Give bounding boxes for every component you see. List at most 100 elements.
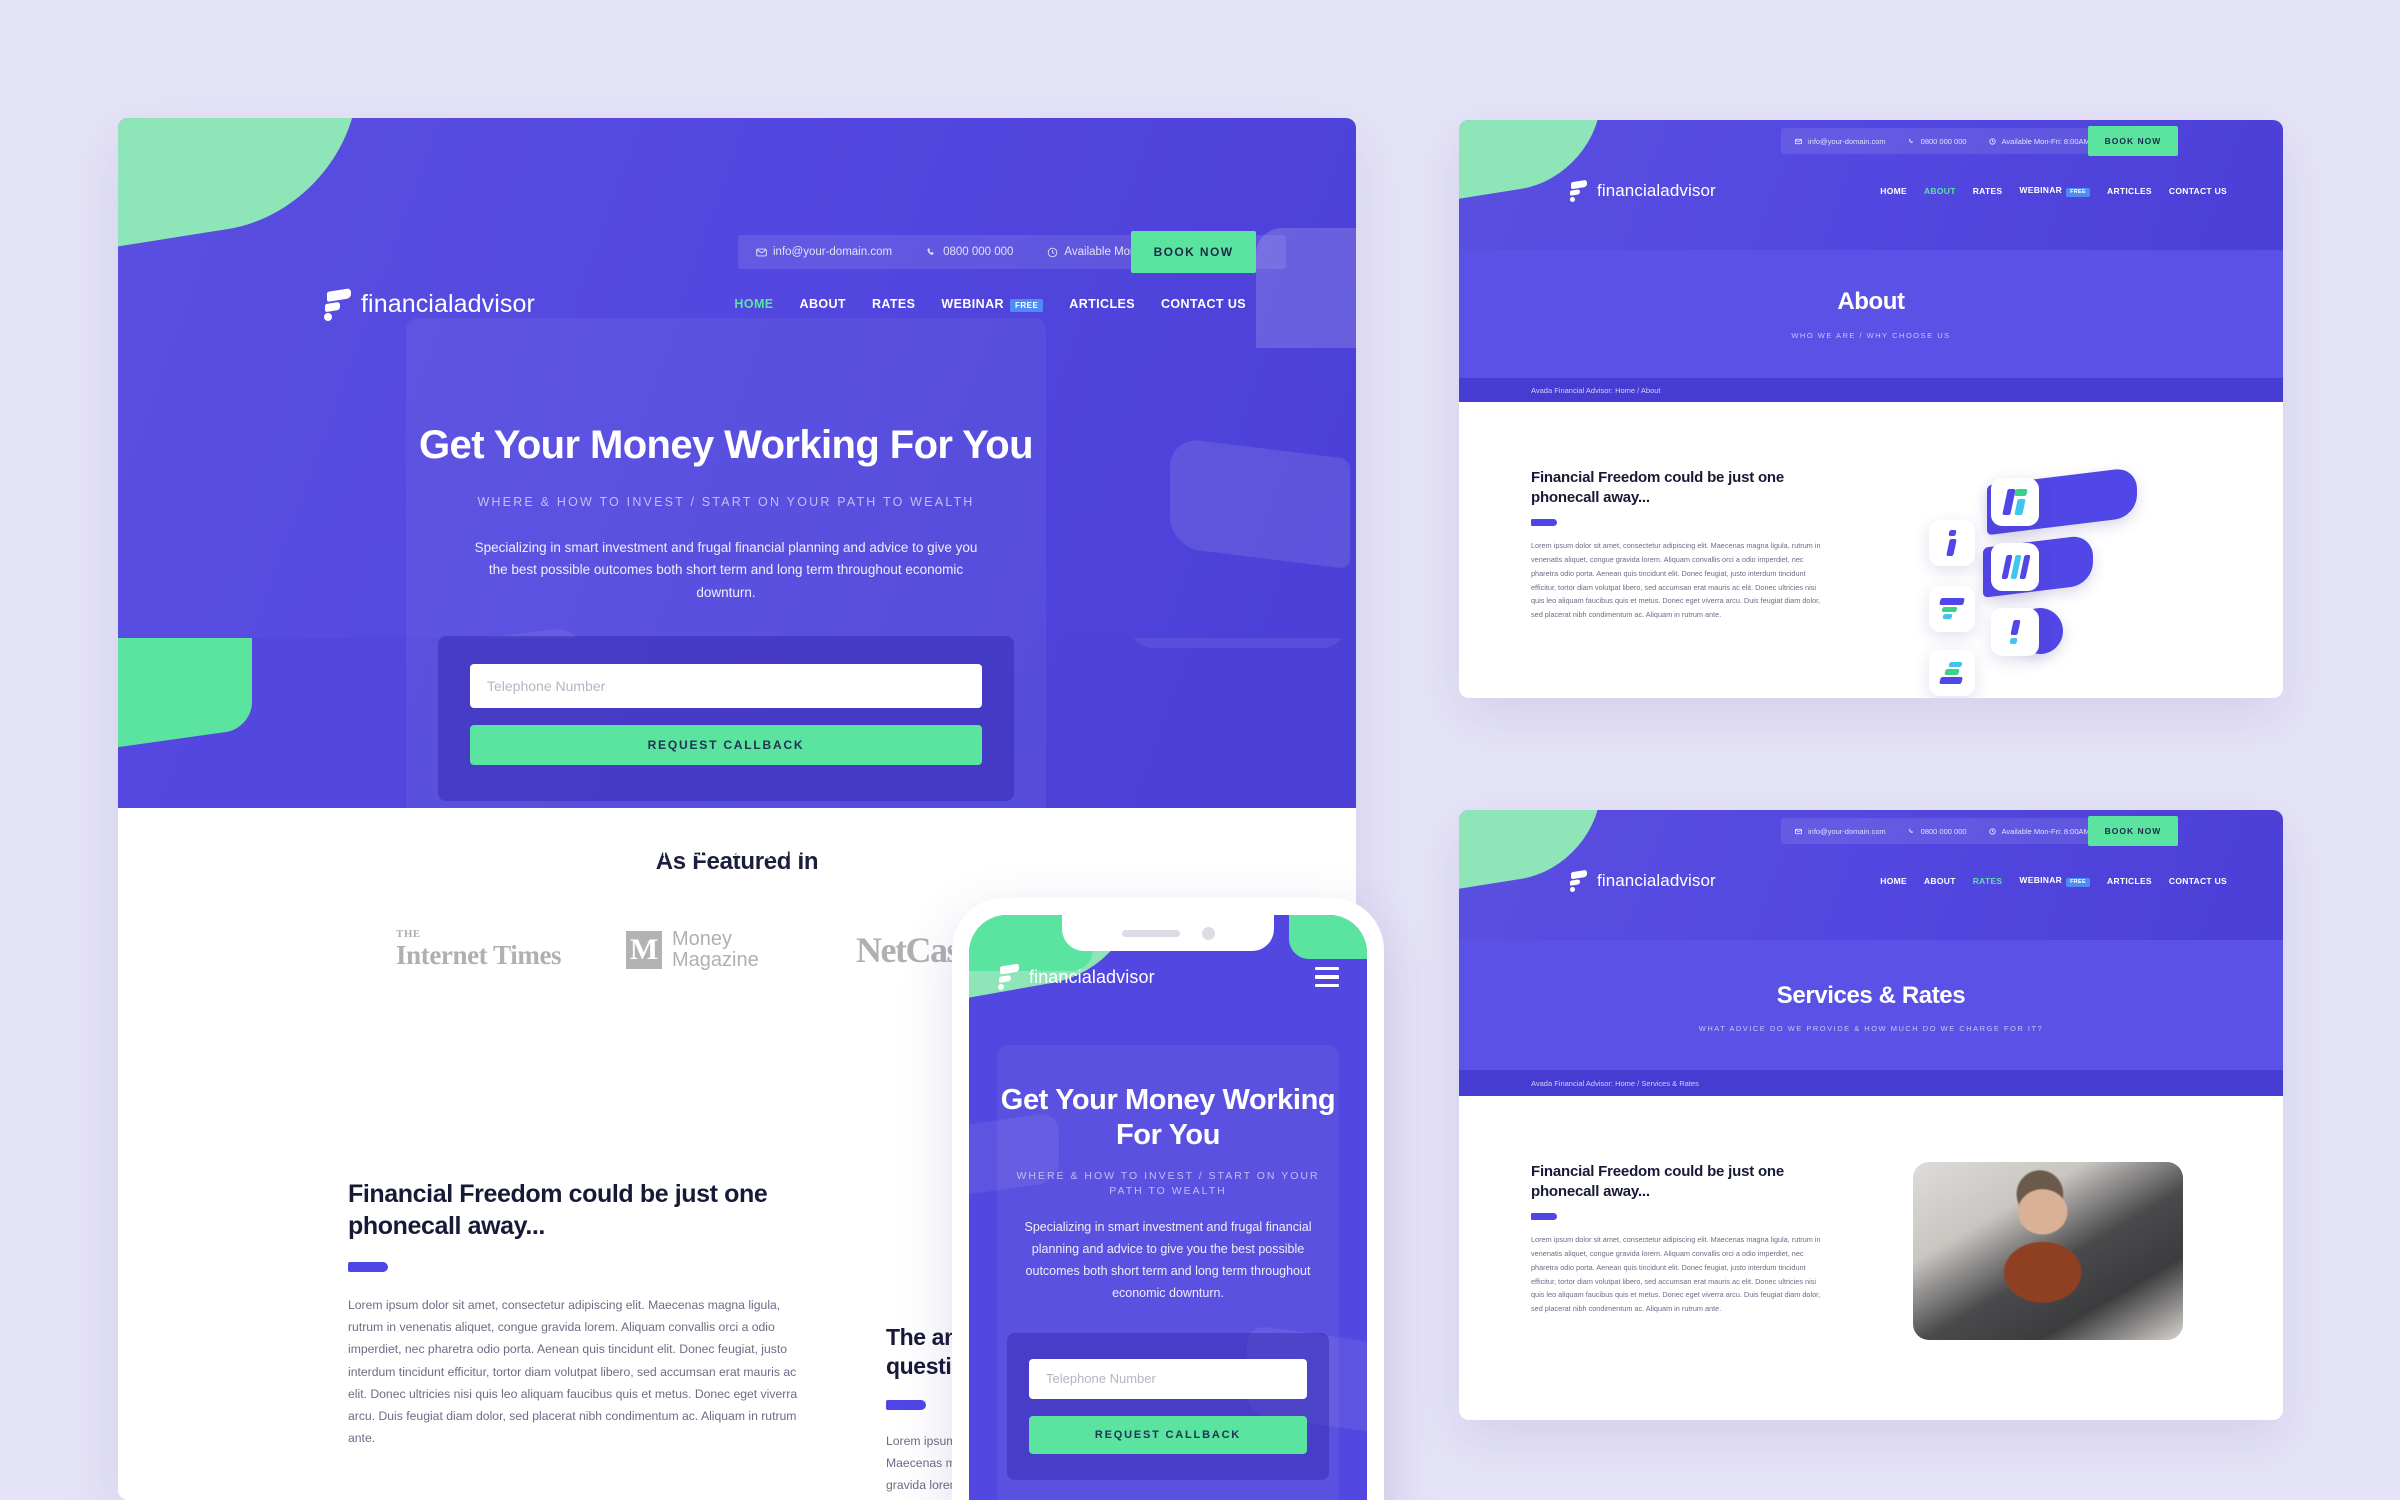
- illustration-card-arrow: [1991, 478, 2039, 526]
- financialadvisor-logo-icon: [1569, 179, 1587, 202]
- advisor-reading-documents-photo: [1913, 1162, 2183, 1340]
- money-magazine-name: Money Magazine: [672, 927, 759, 971]
- illustration-card-f: [1929, 586, 1975, 632]
- phone-request-callback-button[interactable]: REQUEST CALLBACK: [1029, 1415, 1307, 1454]
- mobile-phone-mockup: financialadvisor Get Your Money Working …: [952, 898, 1384, 1500]
- about-page-banner: About WHO WE ARE / WHY CHOOSE US: [1459, 250, 2283, 378]
- topbar-phone-text: 0800 000 000: [1920, 136, 1967, 146]
- financial-freedom-section: Financial Freedom could be just one phon…: [348, 1178, 818, 1449]
- topbar-email[interactable]: info@your-domain.com: [756, 246, 892, 258]
- nav-item-articles[interactable]: ARTICLES: [2107, 876, 2152, 886]
- book-now-button[interactable]: BOOK NOW: [2088, 816, 2178, 846]
- design-showcase-canvas: info@your-domain.com 0800 000 000 Availa…: [0, 0, 2400, 1500]
- nav-webinar-label: WEBINAR: [2019, 875, 2063, 886]
- about-page-title: About: [1837, 288, 1905, 315]
- nav-item-webinar[interactable]: WEBINAR FREE: [2019, 185, 2090, 197]
- internet-times-the: THE: [396, 928, 421, 940]
- nav-item-about[interactable]: ABOUT: [800, 297, 846, 311]
- breadcrumb-text[interactable]: Avada Financial Advisor: Home / Services…: [1531, 1079, 1699, 1088]
- services-rates-page-mockup: info@your-domain.com 0800 000 000 Availa…: [1459, 810, 2283, 1420]
- hamburger-menu-icon[interactable]: [1315, 966, 1339, 988]
- accent-bar: [1531, 519, 1557, 526]
- phone-hero-subtitle: WHERE & HOW TO INVEST / START ON YOUR PA…: [1016, 1169, 1320, 1198]
- nav-item-home[interactable]: HOME: [1880, 186, 1907, 196]
- clock-icon: [1047, 247, 1058, 258]
- financialadvisor-logo-icon: [997, 963, 1019, 990]
- financialadvisor-logo-icon: [1569, 869, 1587, 892]
- financialadvisor-logo-icon: [323, 288, 351, 321]
- topbar-phone[interactable]: 0800 000 000: [1908, 137, 1967, 146]
- logo-text: financialadvisor: [1597, 181, 1716, 200]
- nav-item-home[interactable]: HOME: [1880, 876, 1907, 886]
- illustration-card-i: [1929, 520, 1975, 566]
- breadcrumb-text[interactable]: Avada Financial Advisor: Home / About: [1531, 386, 1661, 395]
- nav-item-contact-us[interactable]: CONTACT US: [1161, 297, 1246, 311]
- nav-item-about[interactable]: ABOUT: [1924, 186, 1956, 196]
- hero-green-left-shape: [118, 638, 252, 748]
- nav-item-home[interactable]: HOME: [734, 297, 773, 311]
- internet-times-name: Internet Times: [396, 940, 562, 970]
- nav-item-webinar[interactable]: WEBINAR FREE: [2019, 875, 2090, 887]
- rates-header: info@your-domain.com 0800 000 000 Availa…: [1459, 810, 2283, 940]
- about-page-subtitle: WHO WE ARE / WHY CHOOSE US: [1791, 331, 1951, 340]
- phone-hero-content: Get Your Money Working For You WHERE & H…: [997, 1045, 1339, 1480]
- logo[interactable]: financialadvisor: [997, 963, 1155, 990]
- nav-item-rates[interactable]: RATES: [872, 297, 915, 311]
- logo[interactable]: financialadvisor: [1569, 179, 1716, 202]
- breadcrumb: Avada Financial Advisor: Home / Services…: [1459, 1070, 2283, 1096]
- nav-item-articles[interactable]: ARTICLES: [2107, 186, 2152, 196]
- book-now-button[interactable]: BOOK NOW: [2088, 126, 2178, 156]
- hero-description: Specializing in smart investment and fru…: [474, 540, 978, 600]
- topbar-email[interactable]: info@your-domain.com: [1795, 137, 1886, 146]
- money-magazine-mark-icon: M: [626, 930, 662, 969]
- logo[interactable]: financialadvisor: [1569, 869, 1716, 892]
- financial-freedom-heading: Financial Freedom could be just one phon…: [348, 1180, 768, 1240]
- rates-site-header: financialadvisor HOME ABOUT RATES WEBINA…: [1459, 858, 2283, 904]
- nav-webinar-label: WEBINAR: [941, 296, 1004, 311]
- nav-item-about[interactable]: ABOUT: [1924, 876, 1956, 886]
- topbar-email[interactable]: info@your-domain.com: [1795, 827, 1886, 836]
- free-badge: FREE: [2066, 187, 2090, 197]
- telephone-input[interactable]: [470, 663, 982, 708]
- hero-corner-green-shape: [118, 118, 358, 248]
- phone-icon: [926, 247, 937, 258]
- accent-bar: [348, 1262, 388, 1272]
- hero-decorative-blob-right: [1170, 436, 1350, 570]
- request-callback-button[interactable]: REQUEST CALLBACK: [470, 724, 982, 765]
- about-header: info@your-domain.com 0800 000 000 Availa…: [1459, 120, 2283, 250]
- topbar-email-text: info@your-domain.com: [1808, 826, 1886, 836]
- clock-icon: [1988, 137, 1996, 145]
- hero-title: Get Your Money Working For You: [419, 423, 1034, 467]
- about-text-column: Financial Freedom could be just one phon…: [1531, 468, 1831, 678]
- nav-item-rates[interactable]: RATES: [1973, 186, 2003, 196]
- nav-item-rates[interactable]: RATES: [1973, 876, 2003, 886]
- envelope-icon: [756, 247, 767, 258]
- nav-item-articles[interactable]: ARTICLES: [1069, 297, 1135, 311]
- phone-icon: [1908, 138, 1915, 145]
- book-your-call-link[interactable]: Or click here to book your call: [406, 844, 1046, 859]
- rates-text-column: Financial Freedom could be just one phon…: [1531, 1162, 1831, 1340]
- main-navigation: HOME ABOUT RATES WEBINAR FREE ARTICLES CO…: [1880, 875, 2227, 887]
- money-magazine-line1: Money: [672, 927, 733, 950]
- topbar-phone[interactable]: 0800 000 000: [1908, 827, 1967, 836]
- logo-text: financialadvisor: [361, 289, 535, 318]
- nav-item-webinar[interactable]: WEBINAR FREE: [941, 296, 1044, 312]
- topbar-phone-text: 0800 000 000: [943, 246, 1014, 258]
- phone-speaker-icon: [1121, 929, 1180, 937]
- logo-the-internet-times: THE Internet Times: [396, 928, 626, 971]
- rates-body: Financial Freedom could be just one phon…: [1459, 1096, 2283, 1340]
- rates-body-text: Lorem ipsum dolor sit amet, consectetur …: [1531, 1235, 1821, 1314]
- logo[interactable]: financialadvisor: [323, 288, 535, 321]
- nav-item-contact-us[interactable]: CONTACT US: [2169, 186, 2227, 196]
- clock-icon: [1988, 827, 1996, 835]
- about-page-mockup: info@your-domain.com 0800 000 000 Availa…: [1459, 120, 2283, 698]
- free-badge: FREE: [2066, 877, 2090, 887]
- logo-money-magazine: M Money Magazine: [626, 927, 856, 971]
- illustration-card-stack: [1929, 650, 1975, 696]
- brand-illustration: [1911, 466, 2181, 696]
- book-now-button[interactable]: BOOK NOW: [1131, 231, 1256, 273]
- phone-telephone-input[interactable]: [1029, 1358, 1307, 1399]
- about-body-text: Lorem ipsum dolor sit amet, consectetur …: [1531, 541, 1821, 620]
- nav-item-contact-us[interactable]: CONTACT US: [2169, 876, 2227, 886]
- topbar-phone[interactable]: 0800 000 000: [926, 246, 1013, 258]
